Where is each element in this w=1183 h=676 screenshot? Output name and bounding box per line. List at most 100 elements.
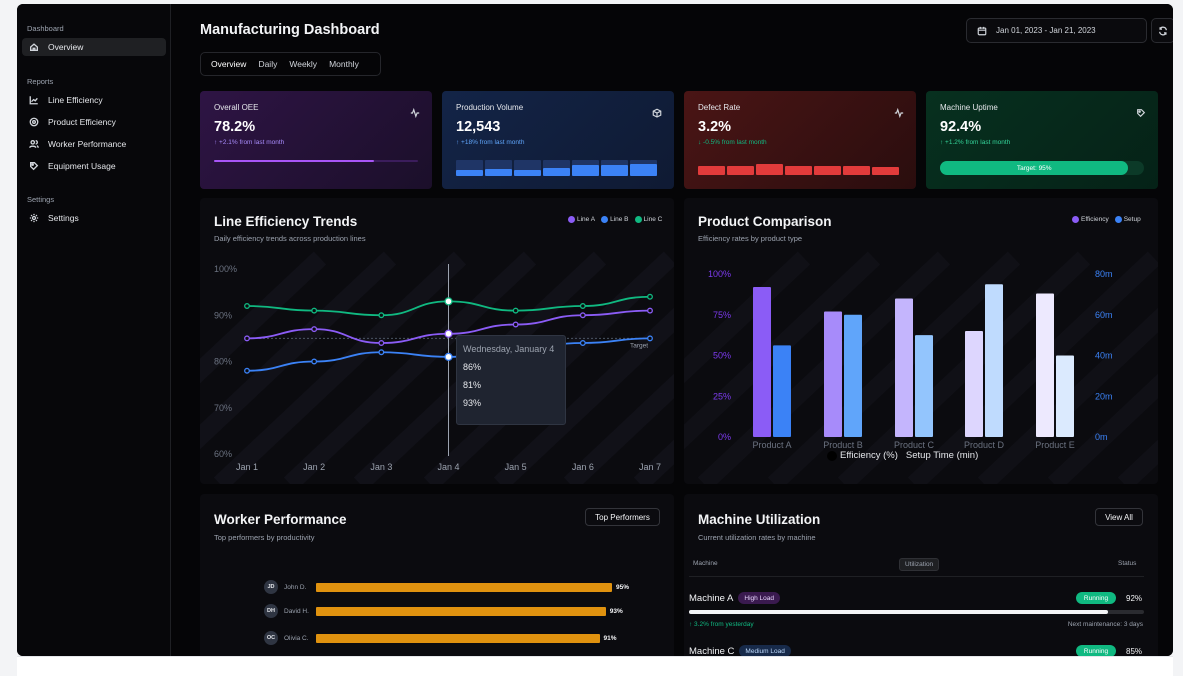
view-tabs: Overview Daily Weekly Monthly bbox=[200, 52, 381, 76]
right-axis-tick: 80m bbox=[1095, 269, 1113, 279]
legend-efficiency-pct: Efficiency (%) bbox=[840, 450, 898, 461]
category-label: Product D bbox=[964, 440, 1005, 450]
data-point bbox=[579, 303, 586, 309]
x-tick-label: Jan 4 bbox=[437, 462, 459, 472]
package-icon bbox=[28, 116, 40, 128]
data-point bbox=[444, 329, 453, 338]
product-comparison-chart: 100% 75% 50% 25% 0% 80m 60m 40m 20m 0m Product A Pr… bbox=[684, 251, 1158, 484]
data-point bbox=[311, 326, 318, 333]
data-point bbox=[579, 340, 586, 346]
kpi-change: ↑ +2.1% from last month bbox=[214, 139, 285, 146]
sidebar-item-line-efficiency[interactable]: Line Efficiency bbox=[22, 91, 166, 109]
activity-icon bbox=[410, 105, 420, 119]
sidebar-item-label: Overview bbox=[48, 42, 84, 52]
left-axis-tick: 75% bbox=[713, 310, 731, 320]
kpi-change: ↑ +18% from last month bbox=[456, 139, 525, 146]
sidebar-item-equipment-usage[interactable]: Equipment Usage bbox=[22, 157, 166, 175]
machine-name: Machine C bbox=[689, 645, 735, 657]
sidebar-section-settings: Settings bbox=[27, 195, 55, 204]
kpi-card-defect-rate: Defect Rate 3.2% ↓ -0.5% from last month bbox=[684, 91, 916, 189]
view-all-button[interactable]: View All bbox=[1095, 508, 1143, 526]
worker-name: Olivia C. bbox=[284, 634, 309, 642]
kpi-label: Overall OEE bbox=[214, 103, 259, 112]
worker-pct: 91% bbox=[603, 634, 617, 642]
worker-name: John D. bbox=[284, 583, 307, 591]
left-axis-tick: 0% bbox=[718, 432, 731, 442]
card-title: Worker Performance bbox=[214, 512, 347, 527]
worker-name: David H. bbox=[284, 607, 309, 615]
worker-row[interactable]: DH David H. 93% bbox=[264, 604, 623, 618]
category-label: Product C bbox=[894, 440, 935, 450]
x-tick-label: Jan 7 bbox=[639, 462, 661, 472]
refresh-button[interactable] bbox=[1151, 18, 1173, 43]
tab-overview[interactable]: Overview bbox=[205, 55, 252, 73]
production-mini-bars bbox=[456, 160, 660, 176]
bar-efficiency bbox=[1036, 293, 1054, 437]
sidebar-item-product-efficiency[interactable]: Product Efficiency bbox=[22, 113, 166, 131]
bar-setup bbox=[1056, 355, 1074, 437]
data-point bbox=[378, 349, 385, 356]
x-tick-label: Jan 2 bbox=[303, 462, 325, 472]
top-performers-button[interactable]: Top Performers bbox=[585, 508, 660, 526]
tag-icon bbox=[1136, 105, 1146, 118]
avatar: DH bbox=[264, 604, 278, 618]
x-tick-label: Jan 6 bbox=[572, 462, 594, 472]
left-axis-tick: 25% bbox=[713, 391, 731, 401]
bar-efficiency bbox=[895, 298, 913, 437]
data-point bbox=[378, 340, 385, 346]
sidebar-item-worker-performance[interactable]: Worker Performance bbox=[22, 135, 166, 153]
bar-efficiency bbox=[965, 331, 983, 437]
machine-row-a[interactable]: Machine A High Load bbox=[689, 592, 781, 604]
tab-weekly[interactable]: Weekly bbox=[283, 55, 323, 73]
data-point bbox=[444, 297, 453, 306]
page-footer-strip bbox=[17, 656, 1173, 676]
table-divider bbox=[689, 576, 1144, 577]
column-header-utilization[interactable]: Utilization bbox=[899, 558, 940, 571]
tooltip-date: Wednesday, January 4 bbox=[463, 344, 555, 354]
tab-daily[interactable]: Daily bbox=[252, 55, 283, 73]
worker-row[interactable]: OC Olivia C. 91% bbox=[264, 631, 617, 645]
avatar: JD bbox=[264, 580, 278, 594]
data-point bbox=[244, 367, 250, 374]
worker-row[interactable]: JD John D. 95% bbox=[264, 580, 630, 594]
kpi-card-production-volume: Production Volume 12,543 ↑ +18% from las… bbox=[442, 91, 674, 189]
data-point bbox=[244, 303, 250, 309]
home-icon bbox=[28, 41, 40, 53]
status-badge: Running bbox=[1076, 645, 1116, 656]
left-axis-tick: 50% bbox=[713, 351, 731, 361]
sidebar: Dashboard Overview Reports Line Efficien… bbox=[17, 4, 171, 656]
sidebar-item-settings[interactable]: Settings bbox=[22, 209, 166, 227]
kpi-card-oee: Overall OEE 78.2% ↑ +2.1% from last mont… bbox=[200, 91, 432, 189]
machine-name: Machine A bbox=[689, 592, 734, 604]
data-point bbox=[444, 352, 453, 362]
data-point bbox=[512, 307, 519, 314]
sidebar-item-label: Settings bbox=[48, 213, 79, 223]
bar-efficiency bbox=[753, 287, 771, 437]
kpi-change: ↓ -0.5% from last month bbox=[698, 139, 767, 146]
refresh-icon bbox=[1159, 26, 1167, 35]
kpi-value: 3.2% bbox=[698, 119, 732, 135]
machine-row-c[interactable]: Machine C Medium Load bbox=[689, 645, 791, 656]
y-tick-label: 60% bbox=[214, 449, 232, 459]
bar-setup bbox=[915, 335, 933, 437]
load-badge: Medium Load bbox=[739, 645, 791, 656]
card-subtitle: Top performers by productivity bbox=[214, 533, 315, 542]
worker-pct: 95% bbox=[616, 583, 630, 591]
data-point bbox=[579, 312, 586, 319]
tab-monthly[interactable]: Monthly bbox=[323, 55, 365, 73]
column-header-machine: Machine bbox=[693, 560, 718, 567]
sidebar-item-label: Worker Performance bbox=[48, 139, 127, 149]
y-tick-label: 90% bbox=[214, 310, 232, 320]
date-range-picker[interactable]: Jan 01, 2023 - Jan 21, 2023 bbox=[966, 18, 1147, 43]
utilization-fill bbox=[689, 610, 1108, 614]
y-tick-label: 70% bbox=[214, 403, 232, 413]
sidebar-item-overview[interactable]: Overview bbox=[22, 38, 166, 56]
sidebar-item-label: Line Efficiency bbox=[48, 95, 103, 105]
wrench-icon bbox=[28, 160, 40, 172]
data-point bbox=[311, 358, 318, 365]
x-tick-label: Jan 3 bbox=[370, 462, 392, 472]
tooltip-value-line-a: 86% bbox=[463, 362, 482, 372]
kpi-change: ↑ +1.2% from last month bbox=[940, 139, 1011, 146]
kpi-card-machine-uptime: Machine Uptime 92.4% ↑ +1.2% from last m… bbox=[926, 91, 1158, 189]
column-header-status: Status bbox=[1118, 560, 1137, 567]
